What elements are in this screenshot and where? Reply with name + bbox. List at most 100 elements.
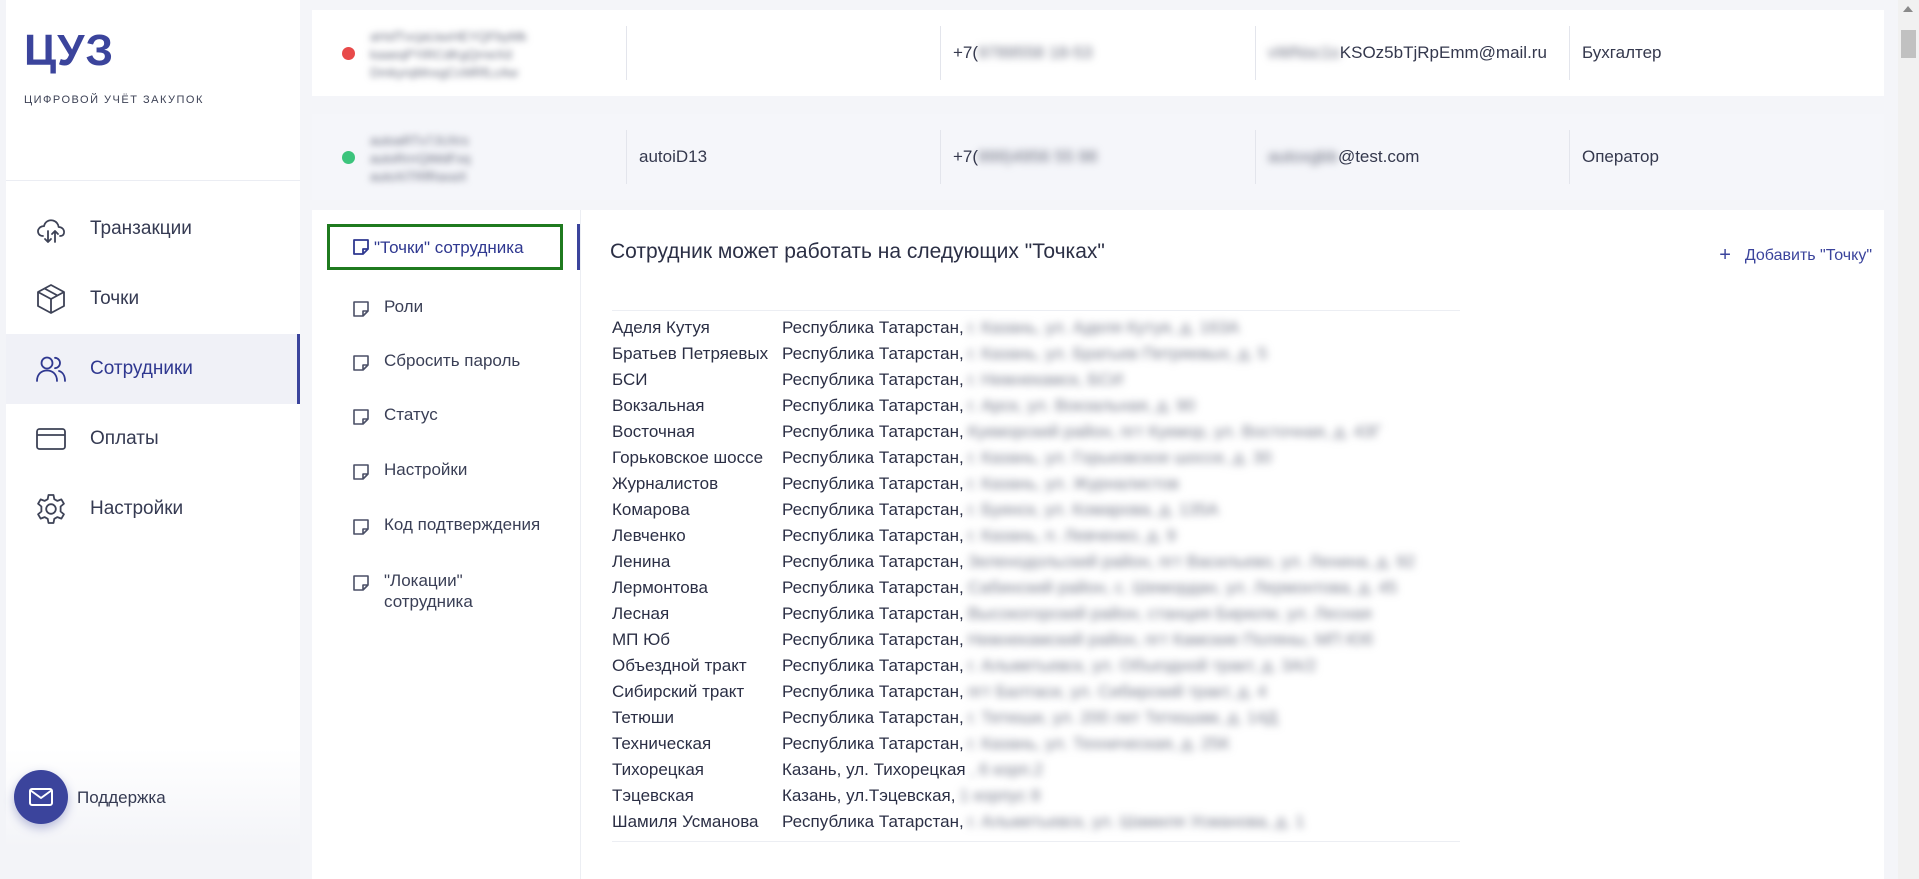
point-name: Лесная	[612, 604, 670, 623]
point-address-hidden: г. Казань, ул. Аделя Кутуя, д. 163А	[967, 318, 1240, 337]
note-icon	[353, 409, 369, 425]
column-separator	[1255, 130, 1256, 184]
point-name: Шамиля Усманова	[612, 812, 759, 831]
column-separator	[940, 26, 941, 80]
point-address-hidden: г. Нижнекамск, БСИ	[967, 370, 1124, 389]
point-address: Республика Татарстан,	[782, 500, 964, 519]
point-address-hidden: г. Казань, ул. Журналистов	[967, 474, 1179, 493]
status-dot	[342, 47, 355, 60]
app-logo[interactable]: ЦУЗ	[24, 26, 114, 76]
point-address: Республика Татарстан,	[782, 578, 964, 597]
column-separator	[1569, 130, 1570, 184]
detail-nav-reset-password[interactable]: Сбросить пароль	[330, 350, 560, 380]
point-address-hidden: г. Альметьевск, ул. Шамиля Усманова, д. …	[967, 812, 1305, 831]
detail-nav-employee-locations[interactable]: "Локации" сотрудника	[330, 570, 560, 620]
list-item: МП Юб Республика Татарстан, Нижнекамский р…	[612, 627, 1460, 653]
point-address-hidden: г. Казань, ул. Братьев Петряевых, д. 5	[967, 344, 1268, 363]
point-address-hidden: Кукморский район, пгт Кукмор, ул. Восточ…	[967, 422, 1382, 441]
employee-email: vWNsc1s KSOz5bTjRpEmm@mail.ru	[1268, 43, 1547, 62]
point-address: Республика Татарстан,	[782, 656, 964, 675]
point-address: Республика Татарстан,	[782, 318, 964, 337]
point-address: Республика Татарстан,	[782, 630, 964, 649]
point-name: МП Юб	[612, 630, 671, 649]
point-name: Объездной тракт	[612, 656, 747, 675]
list-item: Братьев Петряевых Республика Татарстан, г.…	[612, 341, 1460, 367]
point-address-hidden: 1 корпус 8	[959, 786, 1041, 805]
sidebar-item-settings[interactable]: Настройки	[6, 474, 300, 544]
status-dot	[342, 151, 355, 164]
point-name: Сибирский тракт	[612, 682, 745, 701]
list-item: Горьковское шоссе Республика Татарстан, г.…	[612, 445, 1460, 471]
detail-nav-label: "Локации" сотрудника	[384, 571, 473, 611]
list-item: Аделя Кутуя Республика Татарстан, г. Казан…	[612, 315, 1460, 341]
point-address-hidden: , 6 корп.2	[969, 760, 1044, 779]
cloud-sync-icon	[37, 219, 65, 243]
point-address-hidden: пгт Балтаси, ул. Сибирский тракт, д. 4	[967, 682, 1267, 701]
list-item: Вокзальная Республика Татарстан, г. Арск, …	[612, 393, 1460, 419]
point-name: Аделя Кутуя	[612, 318, 710, 337]
column-separator	[626, 130, 627, 184]
box-icon	[37, 284, 65, 314]
employee-name: aHsfTvcjaUaxHEYQFbyMk kaaeqPYiRCdKgQrneX…	[370, 29, 527, 80]
point-address: Республика Татарстан,	[782, 708, 964, 727]
detail-nav-label: Код подтверждения	[384, 515, 541, 534]
point-address: Республика Татарстан,	[782, 552, 964, 571]
scroll-thumb[interactable]	[1901, 30, 1916, 58]
column-separator	[1569, 26, 1570, 80]
sidebar-item-employees[interactable]: Сотрудники	[6, 334, 300, 404]
point-address: Казань, ул.Тэцевская,	[782, 786, 956, 805]
detail-nav-status[interactable]: Статус	[330, 404, 560, 434]
point-address-hidden: г. Казань, п. Левченко, д. 9	[967, 526, 1176, 545]
list-item: Объездной тракт Республика Татарстан, г. А…	[612, 653, 1460, 679]
table-row[interactable]: aHsfTvcjaUaxHEYQFbyMk kaaeqPYiRCdKgQrneX…	[312, 10, 1884, 96]
list-item: Левченко Республика Татарстан, г. Казань, …	[612, 523, 1460, 549]
point-address: Республика Татарстан,	[782, 526, 964, 545]
list-item: Лесная Республика Татарстан, Высокогорский…	[612, 601, 1460, 627]
point-name: Ленина	[612, 552, 671, 571]
detail-nav-employee-points[interactable]: "Точки" сотрудника	[327, 224, 563, 270]
point-address-hidden: г. Тетюши, ул. 200 лет Тетюшам, д. 14Д	[967, 708, 1278, 727]
point-address: Республика Татарстан,	[782, 344, 964, 363]
employee-phone: +7(999)4956 55 98	[953, 147, 1098, 166]
support-area: Поддержка	[6, 748, 300, 848]
support-button[interactable]	[14, 770, 68, 824]
sidebar-item-label: Сотрудники	[90, 358, 193, 379]
detail-nav-roles[interactable]: Роли	[330, 296, 560, 326]
list-item: Журналистов Республика Татарстан, г. Казан…	[612, 471, 1460, 497]
main-content: aHsfTvcjaUaxHEYQFbyMk kaaeqPYiRCdKgQrneX…	[300, 0, 1898, 879]
point-address-hidden: г. Казань, ул. Техническая, д. 25К	[967, 734, 1230, 753]
mail-icon	[29, 788, 53, 806]
column-separator	[940, 130, 941, 184]
point-address: Казань, ул. Тихорецкая	[782, 760, 966, 779]
point-address-hidden: г. Казань, ул. Горьковское шоссе, д. 30	[967, 448, 1272, 467]
table-row[interactable]: autoaRTx7JUXrs autoRrrrQiMdFxq autoXiTRf…	[312, 114, 1884, 200]
note-icon	[353, 575, 369, 591]
add-point-button[interactable]: + Добавить "Точку"	[1719, 244, 1872, 267]
note-icon	[353, 464, 369, 480]
sidebar-item-points[interactable]: Точки	[6, 264, 300, 334]
list-item: БСИ Республика Татарстан, г. Нижнекамск, Б…	[612, 367, 1460, 393]
note-icon	[353, 519, 369, 535]
list-item: Техническая Республика Татарстан, г. Казан…	[612, 731, 1460, 757]
sidebar-item-transactions[interactable]: Транзакции	[6, 194, 300, 264]
note-icon	[353, 355, 369, 371]
point-address-hidden: г. Буинск, ул. Комарова, д. 135А	[967, 500, 1219, 519]
point-address: Республика Татарстан,	[782, 812, 964, 831]
sidebar-item-label: Транзакции	[90, 218, 192, 239]
sidebar-item-payments[interactable]: Оплаты	[6, 404, 300, 474]
page-scrollbar[interactable]	[1898, 0, 1919, 879]
point-name: Журналистов	[612, 474, 719, 493]
point-address: Республика Татарстан,	[782, 396, 964, 415]
point-name: Тэцевская	[612, 786, 694, 805]
scroll-up-arrow-icon[interactable]	[1903, 6, 1913, 12]
detail-nav-settings[interactable]: Настройки	[330, 459, 560, 489]
list-item: Ленина Республика Татарстан, Зеленодольски…	[612, 549, 1460, 575]
list-item: Восточная Республика Татарстан, Кукморский…	[612, 419, 1460, 445]
list-item: Тэцевская Казань, ул.Тэцевская, 1 корпус 8	[612, 783, 1460, 809]
sidebar-item-label: Настройки	[90, 498, 184, 519]
list-item: Комарова Республика Татарстан, г. Буинск, …	[612, 497, 1460, 523]
detail-nav-confirmation-code[interactable]: Код подтверждения	[330, 514, 560, 544]
point-address-hidden: Сабинский район, с. Шемордан, ул. Лермон…	[967, 578, 1398, 597]
support-label[interactable]: Поддержка	[77, 788, 166, 808]
employee-role: Оператор	[1582, 147, 1659, 166]
